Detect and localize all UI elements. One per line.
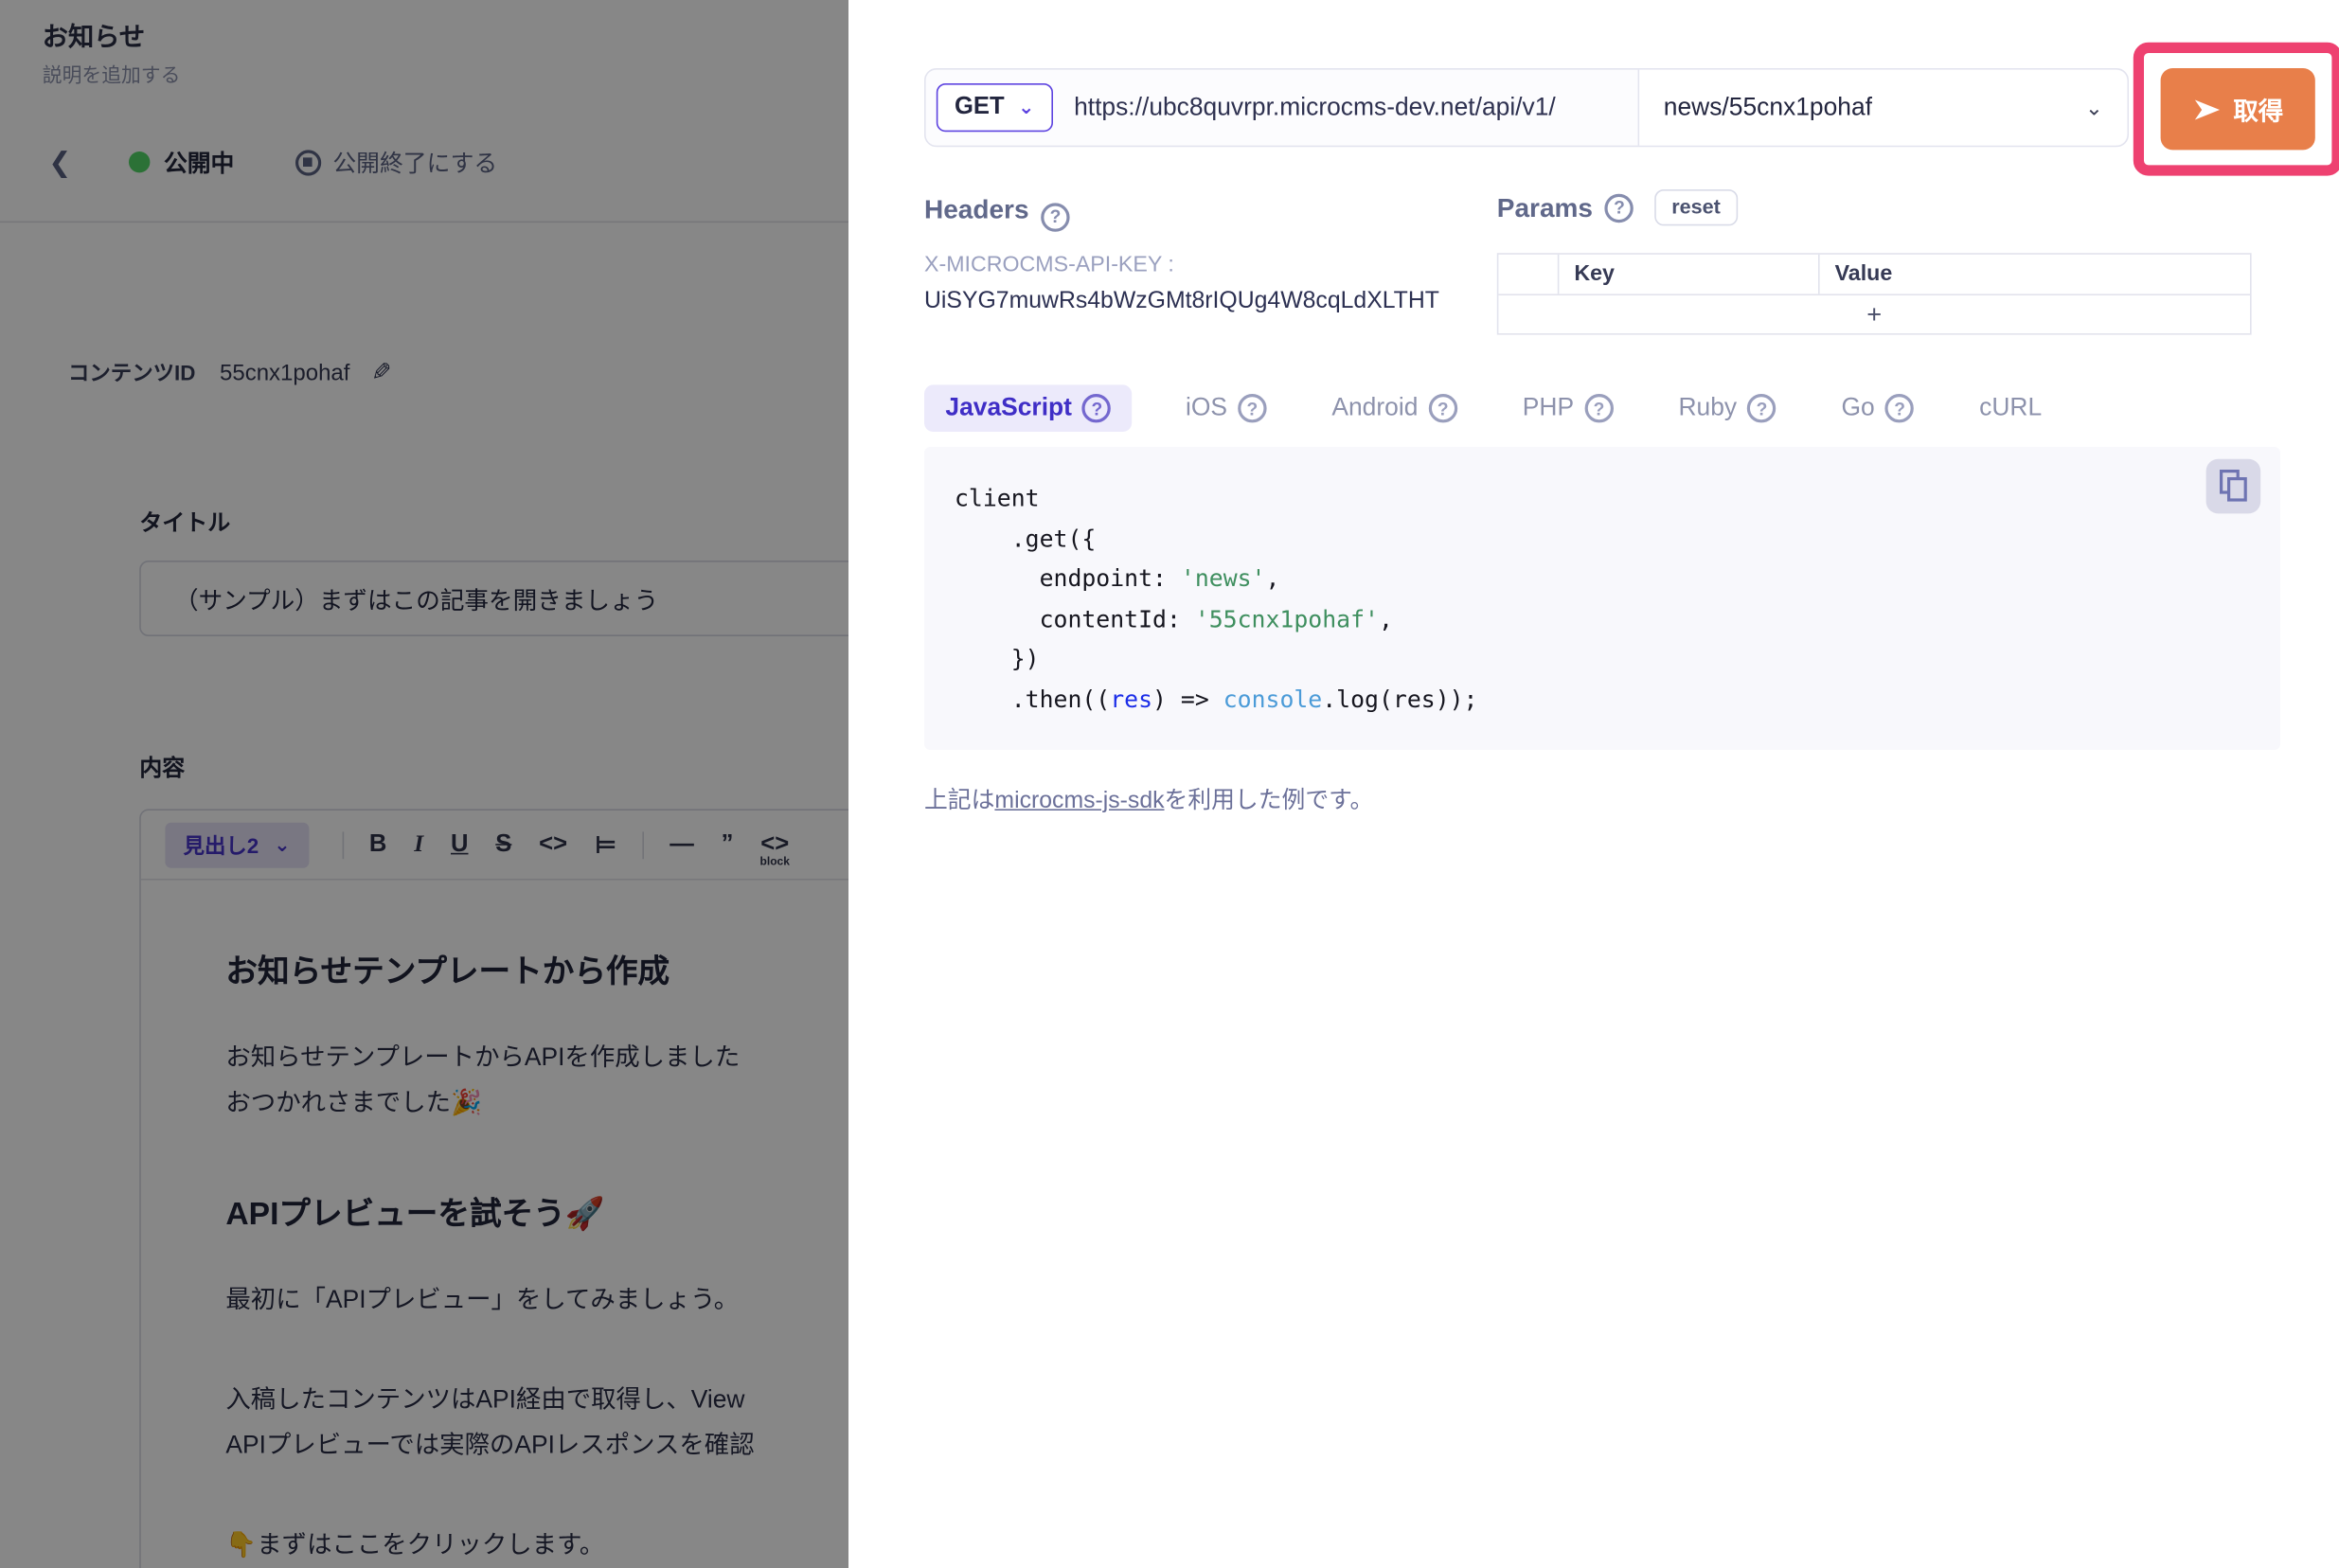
sdk-link[interactable]: microcms-js-sdk <box>994 788 1164 813</box>
sdk-note: 上記はmicrocms-js-sdkを利用した例です。 <box>924 782 1373 815</box>
code-line: }) <box>955 639 1478 679</box>
code-sample: client .get({ endpoint: 'news', contentI… <box>955 479 1478 720</box>
fetch-highlight-frame: 取得 <box>2134 43 2339 176</box>
screen: お知らせ 説明を追加する ❮ 公開中 公開終了にする コンテンツID 55cnx… <box>0 0 2339 1568</box>
params-row-handle-column <box>1498 255 1559 294</box>
http-method-value: GET <box>955 94 1005 121</box>
modal-backdrop[interactable] <box>0 0 848 1568</box>
tab-android[interactable]: Android? <box>1320 384 1470 432</box>
api-preview-panel: GET ⌄ https://ubc8quvrpr.microcms-dev.ne… <box>848 0 2339 1568</box>
tab-label: PHP <box>1523 394 1574 422</box>
tab-php[interactable]: PHP? <box>1510 384 1626 432</box>
tab-label: Ruby <box>1678 394 1737 422</box>
fetch-button-label: 取得 <box>2233 91 2283 127</box>
api-key-value: UiSYG7muwRs4bWzGMt8rIQUg4W8cqLdXLTHT <box>924 288 1439 315</box>
code-line: contentId: '55cnx1pohaf', <box>955 599 1478 639</box>
method-url-section: GET ⌄ https://ubc8quvrpr.microcms-dev.ne… <box>926 70 1640 146</box>
tab-label: Android <box>1331 394 1418 422</box>
endpoint-value: news/55cnx1pohaf <box>1664 93 1872 121</box>
send-icon <box>2192 97 2221 122</box>
code-line: .get({ <box>955 519 1478 559</box>
tab-label: iOS <box>1186 394 1227 422</box>
help-icon[interactable]: ? <box>1082 394 1111 422</box>
headers-section-title: Headers? <box>924 194 1070 231</box>
tab-go[interactable]: Go? <box>1830 384 1926 432</box>
chevron-down-icon: ⌄ <box>1018 96 1034 120</box>
help-icon[interactable]: ? <box>1747 394 1776 422</box>
api-key-label: X-MICROCMS-API-KEY : <box>924 253 1174 277</box>
request-bar: GET ⌄ https://ubc8quvrpr.microcms-dev.ne… <box>924 68 2129 147</box>
fetch-button[interactable]: 取得 <box>2161 68 2315 150</box>
params-key-column-header: Key <box>1559 255 1819 294</box>
add-param-row-button[interactable]: + <box>1498 295 2250 333</box>
params-reset-button[interactable]: reset <box>1655 189 1738 225</box>
params-value-column-header: Value <box>1820 255 2250 294</box>
help-icon[interactable]: ? <box>1605 193 1634 222</box>
code-sample-panel: client .get({ endpoint: 'news', contentI… <box>924 447 2280 750</box>
tab-label: Go <box>1842 394 1875 422</box>
sdk-language-tabs: JavaScript?iOS?Android?PHP?Ruby?Go?cURL <box>924 382 2095 435</box>
code-line: .then((res) => console.log(res)); <box>955 680 1478 720</box>
tab-label: JavaScript <box>945 394 1072 422</box>
help-icon[interactable]: ? <box>1429 394 1457 422</box>
http-method-select[interactable]: GET ⌄ <box>937 83 1053 132</box>
base-url-text: https://ubc8quvrpr.microcms-dev.net/api/… <box>1074 93 1556 121</box>
endpoint-select[interactable]: news/55cnx1pohaf ⌄ <box>1639 70 2127 146</box>
tab-label: cURL <box>1979 394 2042 422</box>
copy-code-button[interactable] <box>2206 459 2261 514</box>
help-icon[interactable]: ? <box>1238 394 1266 422</box>
params-section-head: Params? reset <box>1497 189 1738 225</box>
help-icon[interactable]: ? <box>1584 394 1613 422</box>
params-table-header: Key Value <box>1498 255 2250 295</box>
tab-curl[interactable]: cURL <box>1967 384 2054 432</box>
chevron-down-icon: ⌄ <box>2085 95 2103 120</box>
help-icon[interactable]: ? <box>1885 394 1914 422</box>
tab-ruby[interactable]: Ruby? <box>1667 384 1789 432</box>
params-section-title: Params <box>1497 191 1593 223</box>
code-line: endpoint: 'news', <box>955 559 1478 598</box>
tab-ios[interactable]: iOS? <box>1173 384 1278 432</box>
help-icon[interactable]: ? <box>1041 203 1069 231</box>
params-table: Key Value + <box>1497 253 2252 334</box>
tab-javascript[interactable]: JavaScript? <box>924 384 1133 432</box>
code-line: client <box>955 479 1478 519</box>
